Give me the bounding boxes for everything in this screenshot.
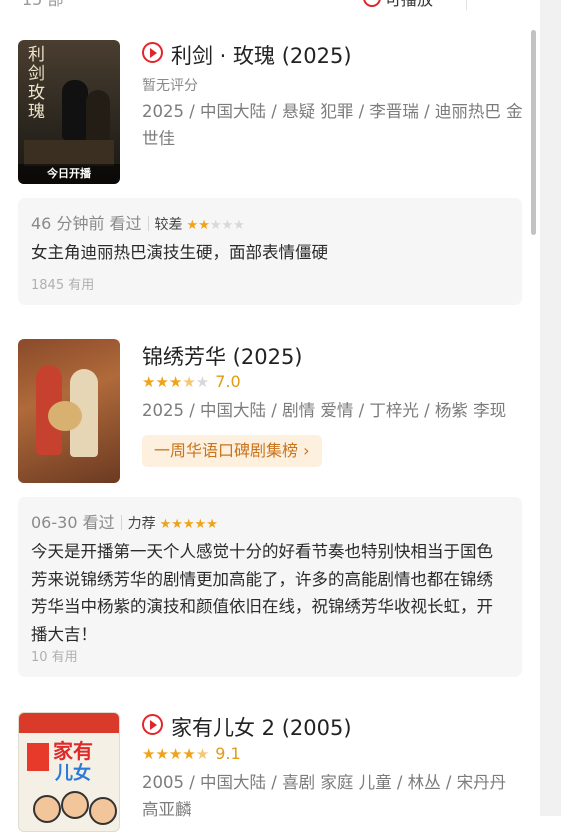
poster-image[interactable]: 利剑玫瑰 今日开播: [18, 40, 120, 184]
review-verdict: 较差: [154, 217, 183, 233]
review-header: 06-30 看过 力荐 ★★★★★: [31, 509, 218, 533]
review-time: 06-30 看过: [31, 513, 115, 532]
header-divider: [120, 515, 122, 530]
poster-desk: [24, 140, 114, 166]
poster-image[interactable]: [18, 339, 120, 483]
play-icon: [363, 0, 381, 7]
poster-fan: [48, 401, 82, 431]
review-text: 女主角迪丽热巴演技生硬，面部表情僵硬: [31, 243, 328, 262]
item-title-text: 利剑 · 玫瑰 (2025): [171, 44, 352, 68]
useful-count[interactable]: 1845 有用: [31, 274, 94, 293]
play-icon: [142, 42, 163, 63]
poster-image[interactable]: 家有 儿女: [18, 712, 120, 832]
item-count: 15 部: [22, 0, 63, 10]
scrollbar-thumb[interactable]: [531, 30, 536, 235]
poster-banner: [19, 713, 119, 733]
list-toolbar: 15 部 可播放: [0, 0, 540, 12]
review-verdict: 力荐: [127, 516, 156, 532]
premiere-badge: 今日开播: [18, 164, 120, 184]
item-meta: 2025 / 中国大陆 / 剧情 爱情 / 丁梓光 / 杨紫 李现: [142, 401, 507, 420]
item-rating: ★★★★★ 7.0: [142, 372, 241, 391]
item-title-text: 家有儿女 2 (2005): [171, 716, 352, 740]
poster-figure: [89, 797, 117, 825]
item-title[interactable]: 家有儿女 2 (2005): [142, 712, 352, 742]
playable-filter-label: 可播放: [385, 0, 433, 9]
poster-figure: [86, 90, 110, 142]
poster-house: [27, 743, 49, 771]
poster-title-art: 利剑玫瑰: [28, 45, 45, 122]
rating-score: 9.1: [215, 744, 241, 763]
review-stars: ★★★★★: [186, 218, 245, 233]
review-time: 46 分钟前 看过: [31, 214, 142, 233]
rating-stars: ★★★★★: [142, 373, 210, 391]
item-rating: ★★★★★ 9.1: [142, 744, 241, 763]
review-card[interactable]: 46 分钟前 看过 较差 ★★★★★ 女主角迪丽热巴演技生硬，面部表情僵硬 1845…: [18, 198, 522, 305]
review-text: 今天是开播第一天个人感觉十分的好看节奏也特别快相当于国色芳来说锦绣芳华的剧情更加…: [31, 542, 493, 644]
review-card[interactable]: 06-30 看过 力荐 ★★★★★ 今天是开播第一天个人感觉十分的好看节奏也特别快相…: [18, 497, 522, 677]
rating-score: 7.0: [215, 372, 241, 391]
item-title[interactable]: 锦绣芳华 (2025): [142, 341, 303, 371]
header-divider: [147, 216, 149, 231]
poster-title-art: 儿女: [55, 763, 91, 784]
item-meta: 2025 / 中国大陆 / 悬疑 犯罪 / 李晋瑞 / 迪丽热巴 金世佳: [142, 102, 523, 148]
rating-stars: ★★★★★: [142, 745, 210, 763]
no-rating-label: 暂无评分: [142, 78, 198, 94]
ranking-chip[interactable]: 一周华语口碑剧集榜 ›: [142, 435, 322, 467]
review-stars: ★★★★★: [159, 517, 218, 532]
toolbar-divider: [466, 0, 467, 10]
item-title[interactable]: 利剑 · 玫瑰 (2025): [142, 40, 352, 70]
play-icon: [142, 714, 163, 735]
poster-figure: [62, 80, 88, 140]
item-meta: 2005 / 中国大陆 / 喜剧 家庭 儿童 / 林丛 / 宋丹丹 高亚麟: [142, 773, 507, 819]
review-header: 46 分钟前 看过 较差 ★★★★★: [31, 210, 245, 234]
scrollbar-track[interactable]: [540, 0, 561, 816]
poster-figure: [61, 791, 89, 819]
poster-figure: [33, 795, 61, 823]
playable-filter[interactable]: 可播放: [363, 0, 433, 10]
useful-count[interactable]: 10 有用: [31, 646, 78, 665]
